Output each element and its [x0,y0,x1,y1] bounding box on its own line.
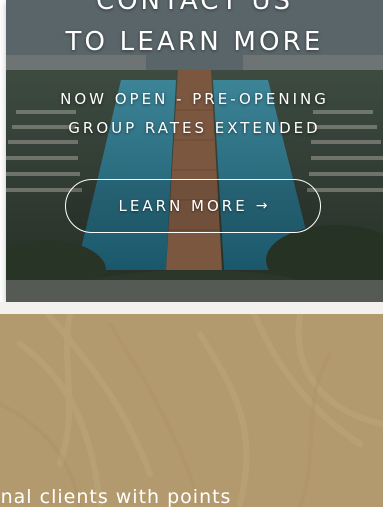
section-divider [0,302,383,314]
info-section: onal clients with points [0,314,383,507]
hero-heading-line1: CONTACT US [95,0,294,16]
page: CONTACT US TO LEARN MORE NOW OPEN - PRE-… [0,0,383,507]
hero-subheading-line1: NOW OPEN - PRE-OPENING [60,90,329,108]
section-body-text: onal clients with points [0,486,232,507]
palm-leaf-pattern [0,314,383,507]
learn-more-button-label: LEARN MORE [118,197,248,215]
hero-subheading-line2: GROUP RATES EXTENDED [68,119,321,137]
hero-heading-line2: TO LEARN MORE [65,27,324,57]
hero-banner: CONTACT US TO LEARN MORE NOW OPEN - PRE-… [6,0,383,302]
learn-more-button[interactable]: LEARN MORE → [65,179,321,233]
arrow-right-icon: → [255,198,268,214]
